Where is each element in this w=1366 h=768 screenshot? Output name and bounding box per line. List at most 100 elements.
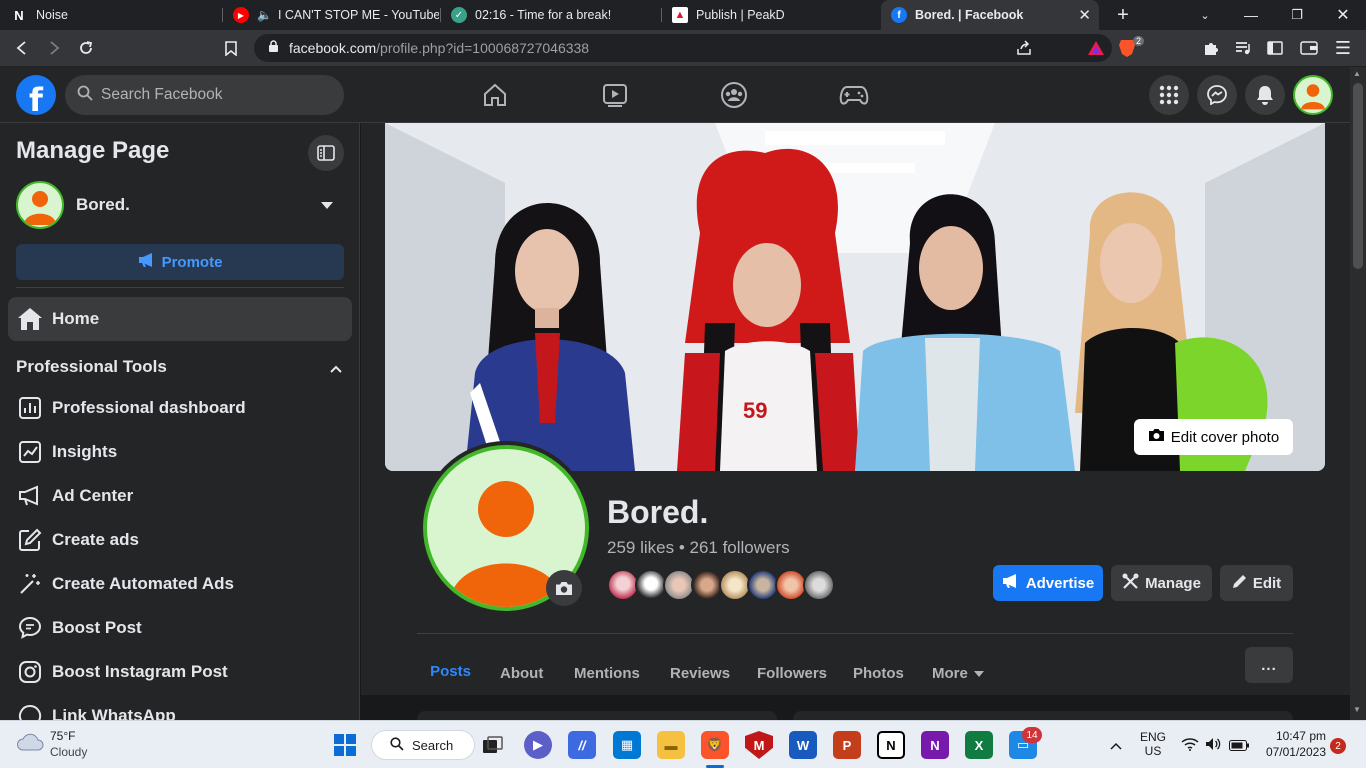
onenote-icon[interactable]: N (921, 731, 949, 759)
nav-watch-icon[interactable] (575, 67, 655, 123)
excel-icon[interactable]: X (965, 731, 993, 759)
promote-button[interactable]: Promote (16, 244, 344, 280)
mcafee-icon[interactable]: M (745, 731, 773, 759)
close-tab-icon[interactable]: ✕ (1078, 6, 1091, 24)
tab-followers[interactable]: Followers (757, 643, 827, 703)
microsoft-store-icon[interactable]: ▦ (613, 731, 641, 759)
menu-grid-icon[interactable] (1149, 75, 1189, 115)
lock-icon[interactable] (268, 40, 279, 56)
back-icon[interactable] (9, 36, 35, 60)
address-bar[interactable]: facebook.com/profile.php?id=100068727046… (254, 34, 1144, 62)
sidebar-item-create-automated-ads[interactable]: Create Automated Ads (8, 562, 352, 606)
notion-app-icon[interactable]: N (877, 731, 905, 759)
notifications-bell-icon[interactable] (1245, 75, 1285, 115)
facebook-header: f Search Facebook (0, 67, 1350, 123)
reload-icon[interactable] (73, 36, 99, 60)
follower-avatar[interactable] (803, 569, 835, 601)
tab-mentions[interactable]: Mentions (574, 643, 640, 703)
manage-button[interactable]: Manage (1111, 565, 1212, 601)
chat-icon[interactable]: ▶ (524, 731, 552, 759)
sidebar-item-ad-center[interactable]: Ad Center (8, 474, 352, 518)
megaphone-icon (138, 253, 156, 271)
scrollbar-thumb[interactable] (1353, 83, 1363, 269)
scroll-down-arrow-icon[interactable]: ▼ (1353, 705, 1361, 714)
tab-photos[interactable]: Photos (853, 643, 904, 703)
messenger-icon[interactable] (1197, 75, 1237, 115)
close-window-button[interactable]: ✕ (1320, 0, 1366, 30)
tab-facebook[interactable]: f Bored. | Facebook ✕ (881, 0, 1099, 30)
peakd-icon: ▲ (672, 7, 688, 23)
task-view-icon[interactable] (479, 731, 507, 759)
taskbar-search-box[interactable]: Search (371, 730, 475, 760)
weather-desc[interactable]: Cloudy (50, 745, 87, 759)
brave-browser-icon[interactable]: 🦁 (701, 731, 729, 759)
facebook-logo-icon[interactable]: f (16, 75, 56, 115)
tab-posts[interactable]: Posts (417, 643, 484, 703)
tab-label: More (932, 664, 968, 682)
audio-playing-icon[interactable]: 🔈 (257, 8, 272, 22)
update-profile-picture-camera-icon[interactable] (546, 570, 582, 606)
menu-icon[interactable]: ☰ (1330, 36, 1356, 60)
page-scrollbar[interactable]: ▲ ▼ (1350, 67, 1366, 720)
start-windows-icon[interactable] (331, 731, 359, 759)
sidebar-item-boost-instagram-post[interactable]: Boost Instagram Post (8, 650, 352, 694)
xodo-pdf-icon[interactable]: // (568, 731, 596, 759)
extensions-icon[interactable] (1198, 36, 1224, 60)
brave-shields-icon[interactable]: 2 (1118, 36, 1144, 58)
wallet-icon[interactable] (1296, 36, 1322, 60)
follower-avatars[interactable] (607, 569, 837, 601)
sidebar-item-boost-post[interactable]: Boost Post (8, 606, 352, 650)
volume-icon[interactable] (1205, 736, 1221, 757)
advertise-button[interactable]: Advertise (993, 565, 1103, 601)
word-icon[interactable]: W (789, 731, 817, 759)
account-avatar[interactable] (1293, 75, 1333, 115)
nav-home-icon[interactable] (455, 67, 535, 123)
more-options-button[interactable]: ... (1245, 647, 1293, 683)
nav-gaming-icon[interactable] (814, 67, 894, 123)
page-name[interactable]: Bored. (76, 195, 130, 215)
tab-noise[interactable]: N Noise (0, 0, 222, 30)
search-input[interactable]: Search Facebook (65, 75, 344, 115)
nav-groups-icon[interactable] (694, 67, 774, 123)
sidebar-item-link-whatsapp[interactable]: Link WhatsApp (8, 694, 352, 720)
battery-icon[interactable] (1229, 738, 1249, 756)
tab-youtube[interactable]: ▶ 🔈 I CAN'T STOP ME - YouTube M (223, 0, 439, 30)
tab-more[interactable]: More (932, 643, 984, 703)
language-indicator[interactable]: ENG US (1140, 730, 1166, 758)
sidebar-item-professional-dashboard[interactable]: Professional dashboard (8, 386, 352, 430)
powerpoint-icon[interactable]: P (833, 731, 861, 759)
page-avatar[interactable] (16, 181, 64, 229)
sidebar-item-home[interactable]: Home (8, 297, 352, 341)
page-switcher-caret-icon[interactable] (320, 197, 334, 215)
show-hidden-icons-chevron-icon[interactable] (1110, 737, 1122, 755)
profile-stats[interactable]: 259 likes • 261 followers (607, 538, 790, 558)
new-tab-button[interactable]: + (1100, 0, 1146, 30)
sidebar-toggle-icon[interactable] (1262, 36, 1288, 60)
cloud-icon[interactable] (16, 731, 44, 758)
playlist-icon[interactable] (1230, 36, 1256, 60)
minimize-button[interactable]: — (1228, 0, 1274, 30)
tab-about[interactable]: About (500, 643, 543, 703)
tab-reviews[interactable]: Reviews (670, 643, 730, 703)
notification-count-badge[interactable]: 2 (1330, 738, 1346, 754)
restore-button[interactable]: ❐ (1274, 0, 1320, 30)
edit-cover-photo-button[interactable]: Edit cover photo (1134, 419, 1293, 455)
tab-search-chevron-icon[interactable]: ⌄ (1182, 0, 1228, 30)
sidebar-item-insights[interactable]: Insights (8, 430, 352, 474)
clock[interactable]: 10:47 pm 07/01/2023 (1262, 729, 1326, 759)
collapse-section-chevron-icon[interactable] (330, 360, 342, 378)
tab-peakd[interactable]: ▲ Publish | PeakD (662, 0, 880, 30)
scroll-up-arrow-icon[interactable]: ▲ (1353, 69, 1361, 78)
edit-button[interactable]: Edit (1220, 565, 1293, 601)
weather-temp[interactable]: 75°F (50, 729, 75, 743)
tab-break-timer[interactable]: ✓ 02:16 - Time for a break! (441, 0, 661, 30)
wifi-icon[interactable] (1181, 737, 1199, 756)
file-explorer-icon[interactable]: ▬ (657, 731, 685, 759)
sidebar-item-label: Boost Post (52, 618, 142, 637)
brave-rewards-icon[interactable] (1083, 36, 1109, 60)
collapse-sidebar-icon[interactable] (308, 135, 344, 171)
share-icon[interactable] (1016, 40, 1032, 59)
bookmark-icon[interactable] (218, 36, 244, 60)
forward-icon[interactable] (41, 36, 67, 60)
sidebar-item-create-ads[interactable]: Create ads (8, 518, 352, 562)
